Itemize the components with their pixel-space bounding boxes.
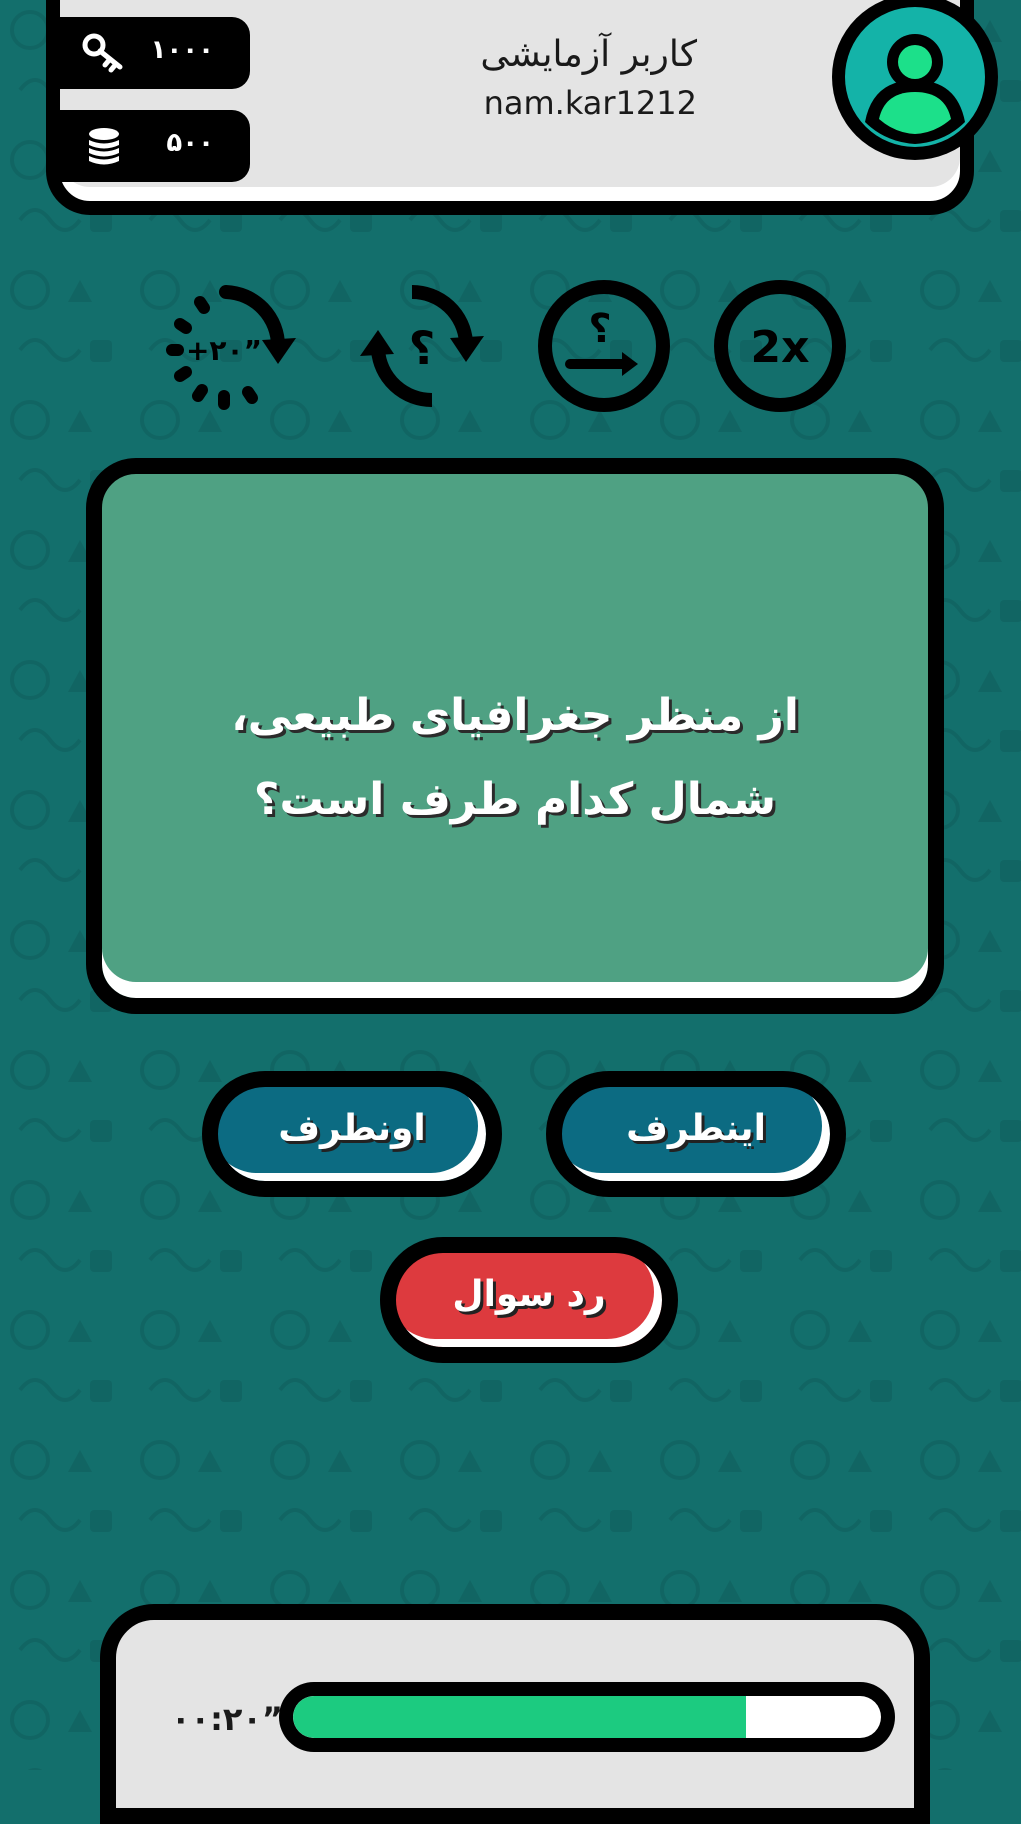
coins-icon xyxy=(89,128,119,165)
timer-progress-bar xyxy=(279,1682,895,1752)
question-text: از منظر جغرافیای طبیعی، شمال کدام طرف اس… xyxy=(162,674,868,842)
question-card: از منظر جغرافیای طبیعی، شمال کدام طرف اس… xyxy=(86,458,944,1014)
skip-question-icon: ؟ xyxy=(538,280,670,412)
add-time-icon: +۲۰” xyxy=(166,285,296,410)
coins-counter[interactable]: ۵۰۰ xyxy=(58,110,250,182)
swap-question-icon: ؟ xyxy=(360,284,484,408)
coins-value: ۵۰۰ xyxy=(166,128,214,158)
keys-value: ۱۰۰۰ xyxy=(150,35,214,65)
timer-text: ۰۰:۲۰” xyxy=(171,1700,283,1738)
double-score-button[interactable]: 2x xyxy=(710,276,850,416)
add-time-button[interactable]: +۲۰” xyxy=(160,276,300,416)
double-score-label: 2x xyxy=(751,322,810,373)
question-line-2: شمال کدام طرف است؟ xyxy=(253,774,777,825)
swap-question-label: ؟ xyxy=(409,321,436,375)
answer-button-right[interactable]: اینطرف xyxy=(546,1071,846,1197)
skip-question-label: ؟ xyxy=(588,306,611,352)
timer-card: ۰۰:۲۰” xyxy=(100,1604,930,1824)
double-score-icon: 2x xyxy=(714,280,846,412)
add-time-label: +۲۰” xyxy=(186,334,262,367)
key-icon xyxy=(82,33,123,73)
answer-button-left[interactable]: اونطرف xyxy=(202,1071,502,1197)
timer-track xyxy=(293,1696,881,1738)
skip-question-button[interactable]: ؟ xyxy=(534,276,674,416)
timer-fill xyxy=(293,1696,746,1738)
question-line-1: از منظر جغرافیای طبیعی، xyxy=(231,690,799,741)
swap-question-button[interactable]: ؟ xyxy=(352,276,492,416)
user-name: کاربر آزمایشی xyxy=(480,34,697,75)
user-avatar-icon[interactable] xyxy=(832,0,998,160)
reject-question-button[interactable]: رد سوال xyxy=(380,1237,678,1363)
user-handle: nam.kar1212 xyxy=(483,84,697,122)
keys-counter[interactable]: ۱۰۰۰ xyxy=(58,17,250,89)
